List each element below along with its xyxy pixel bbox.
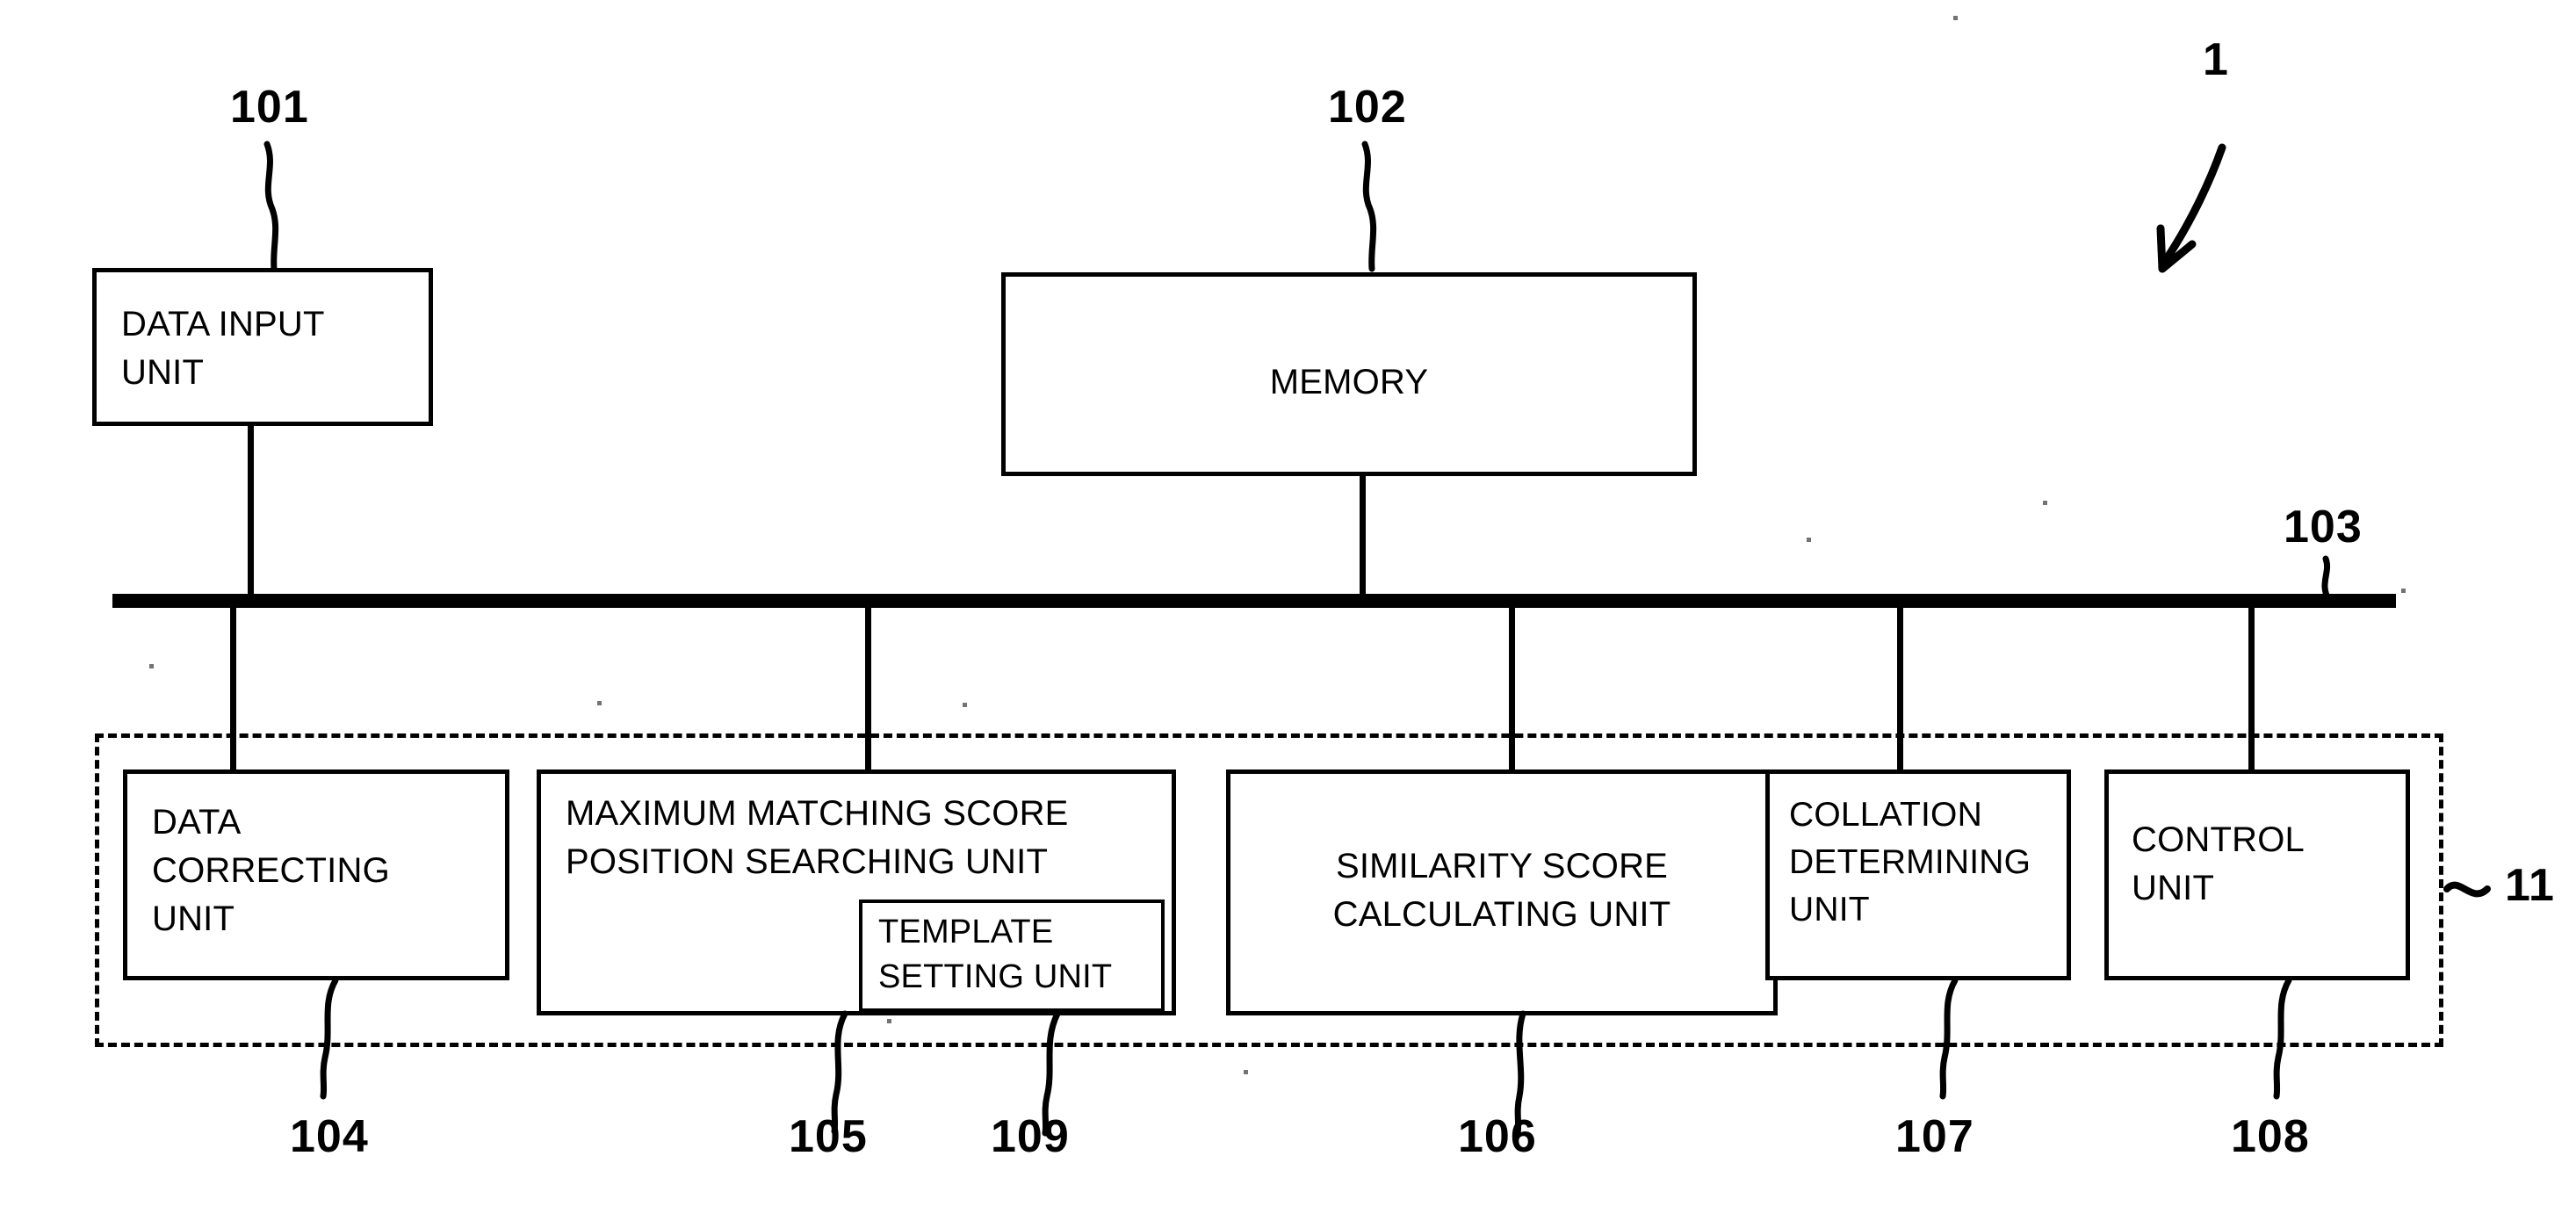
ref-number-processing-unit-text: 11 — [2505, 860, 2555, 911]
ref-number-memory: 102 — [1328, 81, 1407, 134]
connector-bus-to-control — [2248, 600, 2255, 772]
ref-number-collation-unit-text: 107 — [1895, 1111, 1974, 1162]
ref-number-similarity-score-unit-text: 106 — [1458, 1111, 1537, 1162]
block-data-correcting-unit-label: DATA CORRECTING UNIT — [152, 803, 390, 939]
ref-number-system: 1 — [2203, 33, 2229, 86]
block-data-correcting-unit: DATA CORRECTING UNIT — [123, 769, 509, 980]
block-template-setting-unit: TEMPLATE SETTING UNIT — [859, 899, 1165, 1012]
ref-number-control-unit: 108 — [2231, 1110, 2310, 1163]
data-correcting-unit-leader — [320, 977, 339, 1100]
ref-number-max-matching-unit-text: 105 — [789, 1111, 868, 1162]
ref-number-processing-unit: 11 — [2505, 859, 2555, 912]
ref-number-max-matching-unit: 105 — [789, 1110, 868, 1163]
scan-speck — [149, 664, 154, 668]
system-arrow-leader — [2156, 143, 2226, 273]
ref-number-data-input-unit: 101 — [230, 81, 309, 134]
ref-number-template-setting-unit-text: 109 — [991, 1111, 1070, 1162]
block-collation-determining-unit-label: COLLATION DETERMINING UNIT — [1789, 796, 2031, 928]
scan-speck — [1244, 1070, 1248, 1074]
scan-speck — [2401, 589, 2406, 593]
scan-speck — [2043, 501, 2047, 505]
collation-unit-leader — [1939, 977, 1959, 1100]
block-max-matching-score-position-searching-unit-label: MAXIMUM MATCHING SCORE POSITION SEARCHIN… — [566, 794, 1069, 882]
block-memory: MEMORY — [1001, 272, 1697, 476]
block-data-input-unit: DATA INPUT UNIT — [92, 268, 433, 426]
ref-number-collation-unit: 107 — [1895, 1110, 1974, 1163]
block-similarity-score-calculating-unit: SIMILARITY SCORE CALCULATING UNIT — [1226, 769, 1778, 1015]
ref-number-similarity-score-unit: 106 — [1458, 1110, 1537, 1163]
connector-data-input-unit-to-bus — [248, 424, 254, 600]
ref-number-control-unit-text: 108 — [2231, 1111, 2310, 1162]
ref-number-bus-text: 103 — [2284, 502, 2363, 553]
scan-speck — [1807, 538, 1811, 542]
block-max-matching-score-position-searching-unit: MAXIMUM MATCHING SCORE POSITION SEARCHIN… — [537, 769, 1176, 1015]
bus-leader — [2321, 555, 2333, 604]
ref-number-bus: 103 — [2284, 501, 2363, 553]
connector-memory-to-bus — [1360, 474, 1366, 600]
system-bus — [112, 594, 2396, 608]
block-similarity-score-calculating-unit-label: SIMILARITY SCORE CALCULATING UNIT — [1332, 847, 1671, 935]
ref-number-data-correcting-unit: 104 — [290, 1110, 369, 1163]
data-input-unit-leader — [263, 141, 279, 272]
scan-speck — [1953, 16, 1958, 20]
block-data-input-unit-label: DATA INPUT UNIT — [121, 305, 325, 393]
connector-bus-to-similarity-score — [1509, 600, 1515, 772]
ref-number-data-input-unit-text: 101 — [230, 82, 309, 133]
ref-number-template-setting-unit: 109 — [991, 1110, 1070, 1163]
ref-number-data-correcting-unit-text: 104 — [290, 1111, 369, 1162]
memory-leader — [1361, 141, 1377, 272]
connector-bus-to-data-correcting — [230, 600, 236, 772]
connector-bus-to-collation — [1897, 600, 1903, 772]
control-unit-leader — [2273, 977, 2292, 1100]
scan-speck — [963, 703, 967, 707]
block-collation-determining-unit: COLLATION DETERMINING UNIT — [1765, 769, 2071, 980]
scan-speck — [597, 701, 602, 705]
connector-bus-to-max-matching — [865, 600, 871, 772]
block-control-unit-label: CONTROL UNIT — [2132, 820, 2305, 908]
ref-number-system-text: 1 — [2203, 34, 2229, 85]
block-template-setting-unit-label: TEMPLATE SETTING UNIT — [878, 914, 1113, 996]
block-memory-label: MEMORY — [1269, 363, 1429, 401]
ref-number-memory-text: 102 — [1328, 82, 1407, 133]
patent-figure: 1 101 DATA INPUT UNIT 102 MEMORY 103 11 — [0, 0, 2576, 1221]
block-control-unit: CONTROL UNIT — [2104, 769, 2410, 980]
